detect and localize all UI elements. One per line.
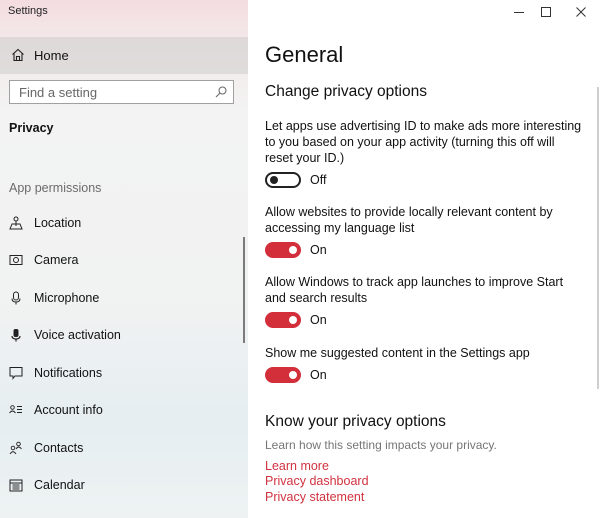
app-title: Settings bbox=[8, 5, 48, 17]
microphone-icon bbox=[11, 291, 21, 305]
minimize-icon bbox=[514, 12, 524, 13]
language-list-toggle[interactable] bbox=[265, 242, 301, 258]
close-icon bbox=[576, 7, 586, 17]
track-app-launches-toggle[interactable] bbox=[265, 312, 301, 328]
sidebar-item-label: Voice activation bbox=[34, 328, 121, 342]
sidebar-item-label: Home bbox=[34, 48, 69, 63]
advertising-id-toggle-row: Off bbox=[265, 170, 326, 190]
sidebar-item-home[interactable]: Home bbox=[0, 37, 248, 74]
toggle-state-label: On bbox=[310, 368, 327, 382]
toggle-knob bbox=[289, 246, 297, 254]
main-content: General Change privacy options Let apps … bbox=[248, 0, 600, 518]
sidebar-item-label: Contacts bbox=[34, 441, 84, 455]
learn-more-link[interactable]: Learn more bbox=[265, 459, 329, 473]
sidebar-item-label: Notifications bbox=[34, 366, 103, 380]
toggle-state-label: On bbox=[310, 313, 327, 327]
camera-icon bbox=[9, 255, 23, 265]
setting-description: Allow Windows to track app launches to i… bbox=[265, 275, 564, 305]
privacy-statement-link[interactable]: Privacy statement bbox=[265, 490, 364, 504]
sidebar: Settings Home Privacy App permissions Lo… bbox=[0, 0, 248, 518]
toggle-state-label: On bbox=[310, 243, 327, 257]
sidebar-item-location[interactable]: Location bbox=[0, 208, 240, 238]
search-box[interactable] bbox=[9, 80, 234, 104]
location-icon bbox=[9, 216, 23, 230]
notifications-icon bbox=[9, 367, 23, 380]
sidebar-item-account-info[interactable]: Account info bbox=[0, 395, 240, 425]
home-icon bbox=[12, 48, 24, 62]
sidebar-item-microphone[interactable]: Microphone bbox=[0, 283, 240, 313]
sidebar-item-notifications[interactable]: Notifications bbox=[0, 358, 240, 388]
sidebar-item-calendar[interactable]: Calendar bbox=[0, 470, 240, 500]
toggle-knob bbox=[289, 316, 297, 324]
search-input[interactable] bbox=[19, 84, 209, 100]
account-info-icon bbox=[9, 405, 22, 414]
toggle-knob bbox=[270, 176, 278, 184]
advertising-id-toggle[interactable] bbox=[265, 172, 301, 188]
maximize-icon bbox=[541, 7, 551, 17]
setting-description: Show me suggested content in the Setting… bbox=[265, 346, 530, 360]
privacy-dashboard-link[interactable]: Privacy dashboard bbox=[265, 474, 369, 488]
sidebar-item-contacts[interactable]: Contacts bbox=[0, 433, 240, 463]
sidebar-item-camera[interactable]: Camera bbox=[0, 245, 240, 275]
sidebar-item-label: Camera bbox=[34, 253, 79, 267]
privacy-subtext: Learn how this setting impacts your priv… bbox=[265, 438, 497, 452]
section-title: Privacy bbox=[9, 121, 54, 135]
language-list-toggle-row: On bbox=[265, 240, 327, 260]
calendar-icon bbox=[9, 479, 23, 492]
toggle-knob bbox=[289, 371, 297, 379]
sidebar-item-voice-activation[interactable]: Voice activation bbox=[0, 320, 240, 350]
contacts-icon bbox=[9, 441, 22, 455]
sidebar-item-label: Location bbox=[34, 216, 82, 230]
sidebar-scrollbar[interactable] bbox=[243, 237, 245, 343]
maximize-button[interactable] bbox=[529, 2, 563, 22]
group-label: App permissions bbox=[9, 181, 102, 195]
setting-description: Let apps use advertising ID to make ads … bbox=[265, 119, 582, 165]
know-privacy-heading: Know your privacy options bbox=[265, 413, 446, 430]
search-icon[interactable] bbox=[215, 86, 227, 98]
sidebar-item-label: Microphone bbox=[34, 291, 100, 305]
track-app-launches-toggle-row: On bbox=[265, 310, 327, 330]
suggested-content-toggle-row: On bbox=[265, 365, 327, 385]
close-button[interactable] bbox=[564, 2, 598, 22]
voice-activation-icon bbox=[11, 329, 21, 342]
toggle-state-label: Off bbox=[310, 173, 327, 187]
main-scrollbar[interactable] bbox=[597, 87, 599, 389]
sidebar-item-label: Calendar bbox=[34, 478, 85, 492]
sidebar-item-label: Account info bbox=[34, 403, 103, 417]
setting-description: Allow websites to provide locally releva… bbox=[265, 205, 553, 235]
page-title: General bbox=[265, 42, 344, 67]
change-privacy-heading: Change privacy options bbox=[265, 83, 427, 100]
suggested-content-toggle[interactable] bbox=[265, 367, 301, 383]
